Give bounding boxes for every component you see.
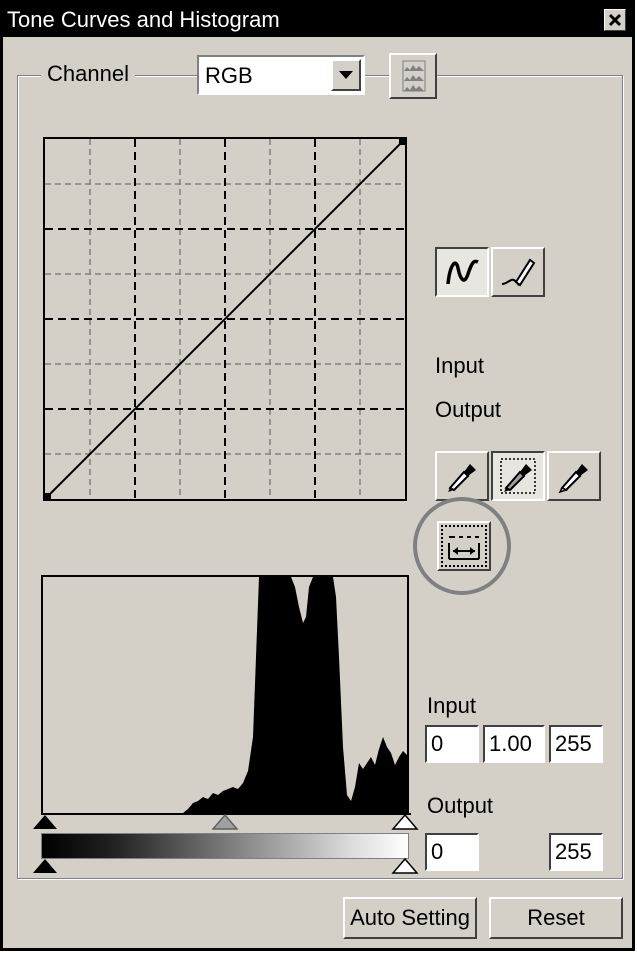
auto-levels-button[interactable]	[437, 521, 491, 571]
close-icon	[608, 13, 622, 27]
histogram-bars	[43, 577, 407, 813]
reset-button[interactable]: Reset	[489, 897, 623, 939]
curve-black-point[interactable]	[45, 493, 51, 499]
histogram-panel	[41, 575, 409, 815]
chevron-down-icon	[339, 71, 353, 79]
channel-dropdown-button[interactable]	[331, 59, 361, 91]
histogram-icon	[402, 60, 426, 92]
curve-tool-button[interactable]	[435, 247, 489, 297]
title-bar[interactable]: Tone Curves and Histogram	[3, 3, 632, 37]
channel-label: Channel	[41, 61, 135, 87]
histogram-button[interactable]	[389, 53, 437, 99]
histogram-graph	[43, 577, 407, 813]
close-button[interactable]	[604, 9, 626, 31]
white-eyedropper-button[interactable]	[547, 451, 601, 501]
reset-label: Reset	[527, 905, 585, 930]
eyedropper-icon	[448, 464, 476, 492]
pencil-icon	[501, 258, 536, 287]
tone-curve-canvas[interactable]	[45, 139, 405, 499]
input-white-slider[interactable]	[391, 813, 419, 830]
output-gradient-bar	[41, 833, 409, 859]
auto-levels-icon	[448, 536, 480, 560]
input-white-field[interactable]: 255	[549, 725, 603, 763]
output-black-field[interactable]: 0	[425, 833, 479, 871]
tone-curve-graph[interactable]	[43, 137, 407, 501]
auto-setting-button[interactable]: Auto Setting	[343, 897, 477, 939]
curve-tool-icon	[446, 259, 479, 285]
output-slider-track[interactable]	[31, 857, 421, 875]
input-black-field[interactable]: 0	[425, 725, 479, 763]
input-slider-track[interactable]	[31, 813, 421, 833]
levels-output-label: Output	[427, 793, 494, 818]
output-white-slider[interactable]	[391, 857, 419, 874]
input-gamma-slider[interactable]	[211, 813, 239, 830]
curve-input-label: Input	[435, 353, 484, 378]
input-black-slider[interactable]	[33, 815, 57, 829]
freehand-tool-button[interactable]	[491, 247, 545, 297]
output-white-field[interactable]: 255	[549, 833, 603, 871]
eyedropper-icon	[558, 464, 588, 494]
channel-select-value: RGB	[205, 63, 253, 88]
tone-curves-window: Tone Curves and Histogram Channel RGB In…	[0, 0, 635, 951]
gray-eyedropper-button[interactable]	[491, 451, 545, 501]
levels-input-label: Input	[427, 693, 476, 718]
black-eyedropper-button[interactable]	[435, 451, 489, 501]
eyedropper-icon	[500, 458, 536, 494]
window-title: Tone Curves and Histogram	[7, 7, 280, 32]
input-gamma-field[interactable]: 1.00	[483, 725, 545, 763]
output-black-slider[interactable]	[33, 859, 57, 873]
curve-output-label: Output	[435, 397, 502, 422]
auto-setting-label: Auto Setting	[350, 905, 470, 930]
curve-white-point[interactable]	[399, 139, 405, 145]
channel-select[interactable]: RGB	[197, 55, 365, 95]
